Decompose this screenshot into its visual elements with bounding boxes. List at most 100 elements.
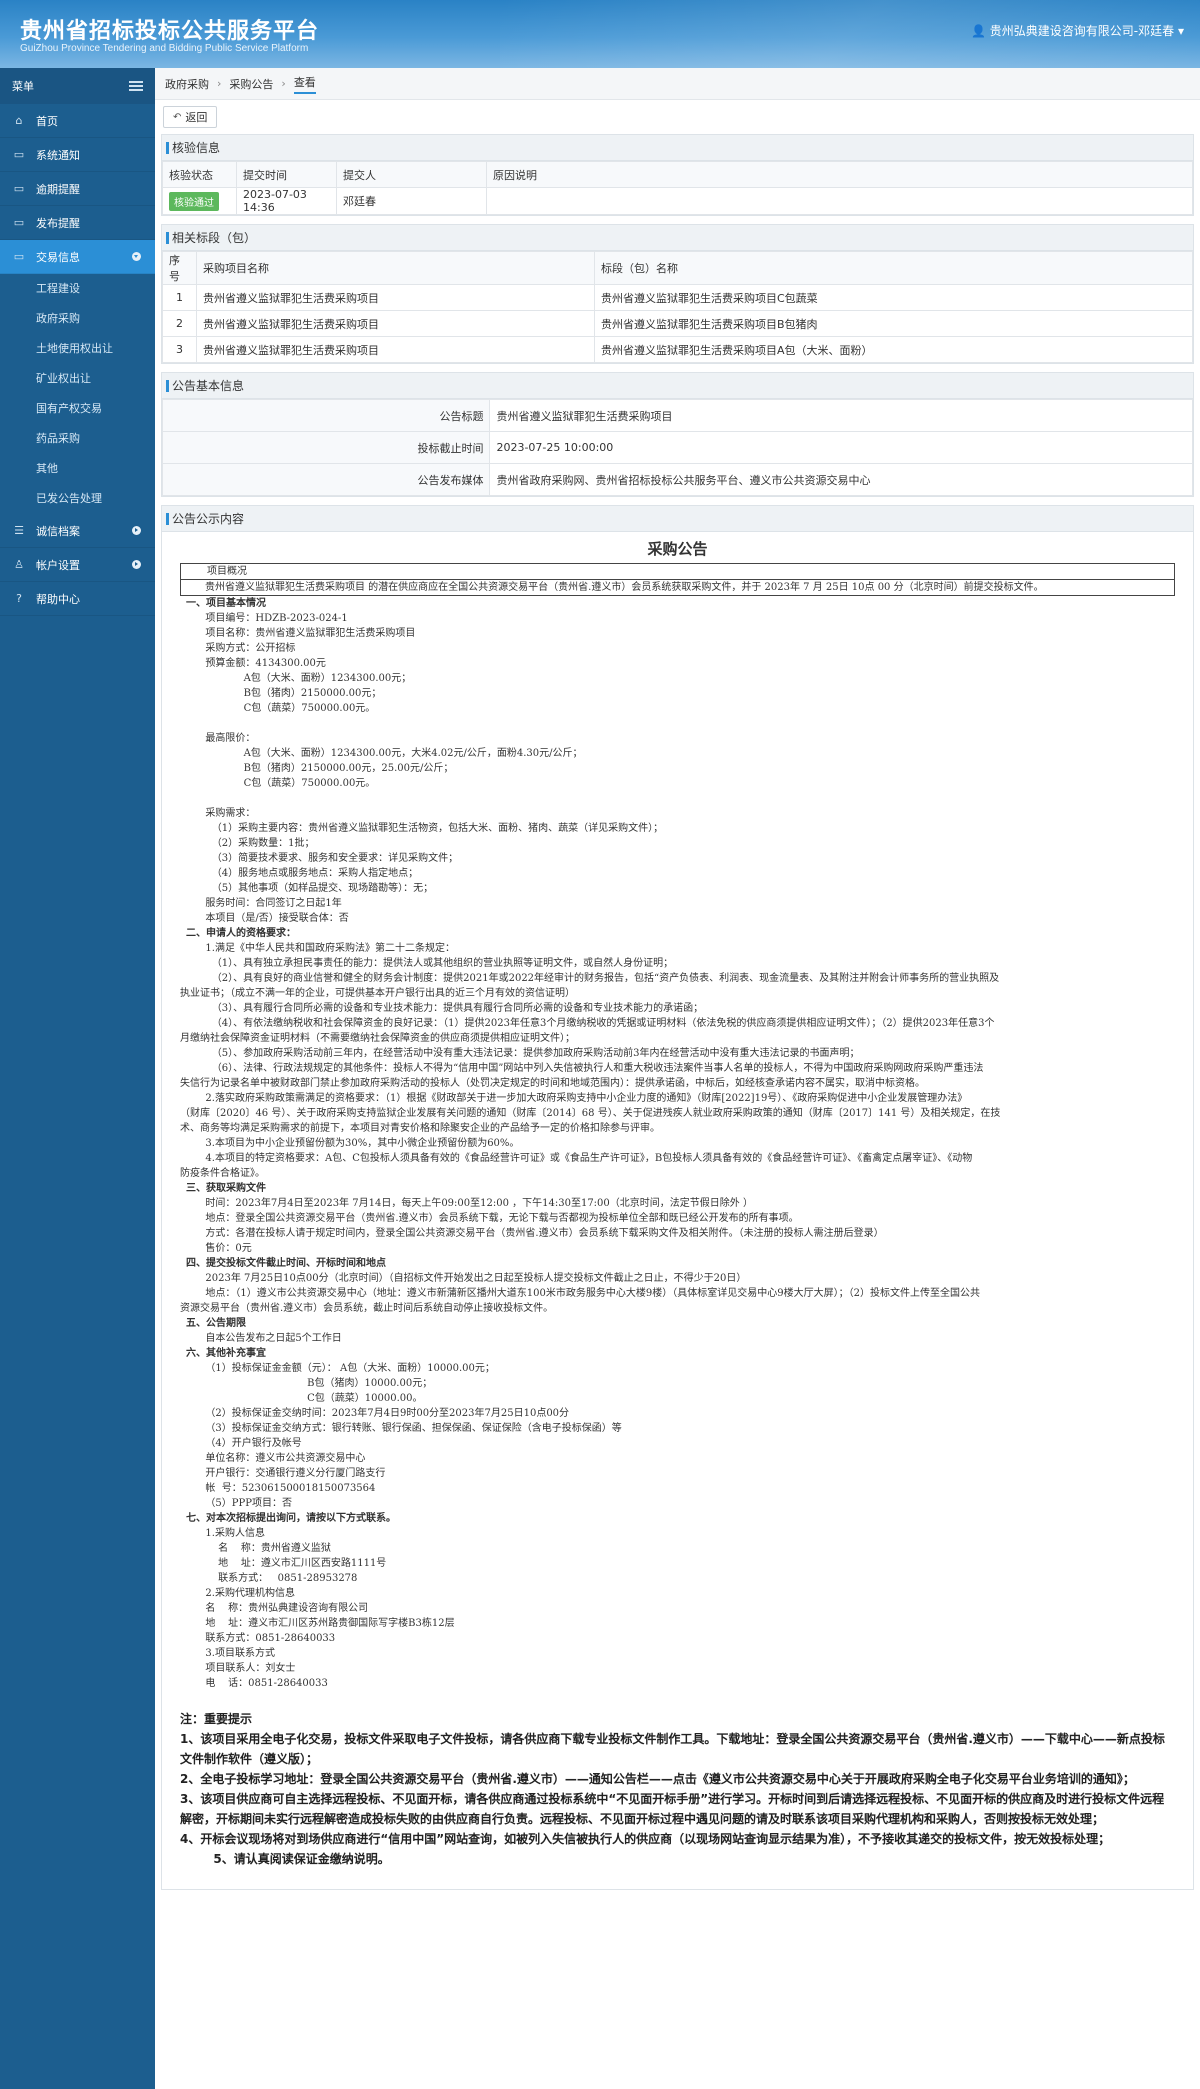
- document-line: 帐 号：523061500018150073564: [180, 1483, 376, 1494]
- reason-cell: [486, 187, 1193, 215]
- sidebar-item[interactable]: ▭ 逾期提醒: [0, 172, 155, 206]
- sidebar-subitem[interactable]: 国有产权交易: [0, 394, 155, 424]
- user-menu[interactable]: 👤 贵州弘典建设咨询有限公司-邓廷春 ▾: [971, 22, 1184, 39]
- document-line: 预算金额：4134300.00元: [180, 658, 326, 669]
- menu-toggle-icon[interactable]: [129, 81, 143, 91]
- note-line: 3、该项目供应商可自主选择远程投标、不见面开标，请各供应商通过投标系统中“不见面…: [180, 1792, 1165, 1826]
- document-line: （3）投标保证金交纳方式：银行转账、银行保函、担保保函、保证保险（含电子投标保函…: [180, 1423, 622, 1434]
- verify-panel: 核验信息 核验状态 提交时间 提交人 原因说明 核验通过 2023-07-03 …: [161, 134, 1194, 216]
- note-line: 5、请认真阅读保证金缴纳说明。: [180, 1852, 390, 1866]
- sidebar-item[interactable]: ▭ 交易信息: [0, 240, 155, 274]
- document-line: （5）、参加政府采购活动前三年内，在经营活动中没有重大违法记录：提供参加政府采购…: [180, 1048, 860, 1059]
- table-cell: 贵州省遵义监狱罪犯生活费采购项目: [196, 336, 595, 363]
- list-icon: ☰: [14, 524, 24, 537]
- document-line: 4.本项目的特定资格要求：A包、C包投标人须具备有效的《食品经营许可证》或《食品…: [180, 1153, 973, 1164]
- table-cell: 2: [162, 310, 197, 337]
- document-line: 项目名称：贵州省遵义监狱罪犯生活费采购项目: [180, 628, 416, 639]
- sidebar-item[interactable]: ▭ 发布提醒: [0, 206, 155, 240]
- breadcrumb-current: 查看: [293, 74, 316, 94]
- verify-title: 核验信息: [162, 135, 1193, 161]
- document-line: （6）、法律、行政法规规定的其他条件：投标人不得为“信用中国”网站中列入失信被执…: [180, 1063, 984, 1074]
- document-line: 联系方式：0851-28640033: [180, 1633, 336, 1644]
- sidebar-item[interactable]: ☰ 诚信档案: [0, 514, 155, 548]
- chevron-right-icon: ›: [217, 77, 222, 90]
- note-line: 1、该项目采用全电子化交易，投标文件采取电子文件投标，请各供应商下载专业投标文件…: [180, 1732, 1165, 1766]
- document-line: 失信行为记录名单中被财政部门禁止参加政府采购活动的投标人（处罚决定规定的时间和地…: [180, 1078, 925, 1089]
- document-line: （4）服务地点或服务地点：采购人指定地点；: [180, 868, 419, 879]
- table-header-row: 核验状态 提交时间 提交人 原因说明: [162, 161, 1193, 188]
- document-line: 2.采购代理机构信息: [180, 1588, 295, 1599]
- note-line: 4、开标会议现场将对到场供应商进行“信用中国”网站查询，如被列入失信被执行人的供…: [180, 1832, 1111, 1846]
- sidebar-subitem[interactable]: 其他: [0, 454, 155, 484]
- table-row: 2 贵州省遵义监狱罪犯生活费采购项目 贵州省遵义监狱罪犯生活费采购项目B包猪肉: [162, 310, 1193, 337]
- sidebar-header: 菜单: [0, 68, 155, 104]
- document-line: B包（猪肉）2150000.00元；: [180, 688, 382, 699]
- back-button[interactable]: ↶ 返回: [163, 106, 218, 128]
- document-line: （1）采购主要内容：贵州省遵义监狱罪犯生活物资，包括大米、面粉、猪肉、蔬菜（详见…: [180, 823, 664, 834]
- document-line: 单位名称：遵义市公共资源交易中心: [180, 1453, 366, 1464]
- person-cell: 邓廷春: [336, 187, 487, 215]
- sidebar-subitem[interactable]: 土地使用权出让: [0, 334, 155, 364]
- summary-heading: 项目概况: [181, 564, 1174, 580]
- document-line: 3.本项目为中小企业预留份额为30%，其中小微企业预留份额为60%。: [180, 1138, 520, 1149]
- verify-table: 核验状态 提交时间 提交人 原因说明 核验通过 2023-07-03 14:36…: [162, 161, 1193, 215]
- document-line: （3）简要技术要求、服务和安全要求：详见采购文件；: [180, 853, 459, 864]
- document-line: 地点：登录全国公共资源交易平台（贵州省.遵义市）会员系统下载，无论下载与否都视为…: [180, 1213, 799, 1224]
- info-value: 贵州省政府采购网、贵州省招标投标公共服务平台、遵义市公共资源交易中心: [489, 463, 1193, 496]
- sidebar-subitem[interactable]: 矿业权出让: [0, 364, 155, 394]
- monitor-icon: ▭: [13, 182, 25, 195]
- document-line: 项目编号：HDZB-2023-024-1: [180, 613, 348, 624]
- chevron-right-icon: ›: [281, 77, 286, 90]
- document-line: 最高限价：: [180, 733, 256, 744]
- section-heading: 五、公告期限: [186, 1318, 246, 1329]
- summary-text: 贵州省遵义监狱罪犯生活费采购项目 的潜在供应商应在全国公共资源交易平台（贵州省.…: [205, 582, 1044, 593]
- basic-info-table: 公告标题 贵州省遵义监狱罪犯生活费采购项目 投标截止时间 2023-07-25 10…: [161, 399, 1193, 496]
- document-line: 2023年 7月25日10点00分（北京时间）（自招标文件开始发出之日起至投标人…: [180, 1273, 747, 1284]
- document-line: （3）、具有履行合同所必需的设备和专业技术能力：提供具有履行合同所必需的设备和专…: [180, 1003, 704, 1014]
- document-line: 自本公告发布之日起5个工作日: [180, 1333, 342, 1344]
- document-line: B包（猪肉）2150000.00元，25.00元/公斤；: [180, 763, 454, 774]
- breadcrumb-item[interactable]: 采购公告: [229, 76, 273, 92]
- sidebar-item[interactable]: ⌂ 首页: [0, 104, 155, 138]
- user-name: 贵州弘典建设咨询有限公司-邓廷春: [989, 24, 1175, 38]
- document-line: （5）PPP项目：否: [180, 1498, 292, 1509]
- app-root: 贵州省招标投标公共服务平台 GuiZhou Province Tendering…: [0, 0, 1200, 2089]
- sidebar-subitem[interactable]: 药品采购: [0, 424, 155, 454]
- breadcrumb-item[interactable]: 政府采购: [165, 76, 209, 92]
- info-value: 2023-07-25 10:00:00: [489, 431, 1193, 464]
- chevron-icon: [132, 252, 141, 261]
- table-row: 公告发布媒体 贵州省政府采购网、贵州省招标投标公共服务平台、遵义市公共资源交易中心: [161, 463, 1193, 496]
- sections-body: 1 贵州省遵义监狱罪犯生活费采购项目 贵州省遵义监狱罪犯生活费采购项目C包蔬菜 2 贵州…: [162, 284, 1193, 363]
- info-label: 投标截止时间: [161, 431, 491, 464]
- document-line: （4）开户银行及帐号: [180, 1438, 302, 1449]
- user-icon: 👤: [971, 24, 986, 38]
- sidebar-subitem[interactable]: 已发公告处理: [0, 484, 155, 514]
- document-line: C包（蔬菜）10000.00。: [180, 1393, 423, 1404]
- home-icon: ⌂: [15, 114, 23, 127]
- col-header: 序号: [162, 251, 197, 285]
- table-cell: 贵州省遵义监狱罪犯生活费采购项目C包蔬菜: [594, 284, 1193, 311]
- sidebar-subitem[interactable]: 政府采购: [0, 304, 155, 334]
- col-header: 提交时间: [236, 161, 337, 188]
- col-header: 原因说明: [486, 161, 1193, 188]
- col-header: 标段（包）名称: [594, 251, 1193, 285]
- info-label: 公告发布媒体: [161, 463, 491, 496]
- document-line: A包（大米、面粉）1234300.00元，大米4.02元/公斤，面粉4.30元/…: [180, 748, 583, 759]
- document-line: 术、商务等均满足采购需求的前提下，本项目对青安价格和除聚安企业的产品给予一定的价…: [180, 1123, 660, 1134]
- table-cell: 贵州省遵义监狱罪犯生活费采购项目: [196, 284, 595, 311]
- time-cell: 2023-07-03 14:36: [236, 187, 337, 215]
- sidebar-item[interactable]: ? 帮助中心: [0, 582, 155, 616]
- document-line: （2）采购数量：1批；: [180, 838, 315, 849]
- sidebar-item[interactable]: ♙ 帐户设置: [0, 548, 155, 582]
- content-panel: 公告公示内容 采购公告 项目概况 贵州省遵义监狱罪犯生活费采购项目 的潜在供应商…: [161, 505, 1194, 1890]
- sidebar-subitem[interactable]: 工程建设: [0, 274, 155, 304]
- table-row: 公告标题 贵州省遵义监狱罪犯生活费采购项目: [161, 399, 1193, 432]
- info-label: 公告标题: [161, 399, 491, 432]
- sidebar-item-label: 帮助中心: [36, 592, 80, 606]
- sidebar-item[interactable]: ▭ 系统通知: [0, 138, 155, 172]
- table-row: 核验通过 2023-07-03 14:36 邓廷春: [162, 187, 1193, 215]
- document-line: C包（蔬菜）750000.00元。: [180, 778, 376, 789]
- document-line: 项目联系人：刘女士: [180, 1663, 296, 1674]
